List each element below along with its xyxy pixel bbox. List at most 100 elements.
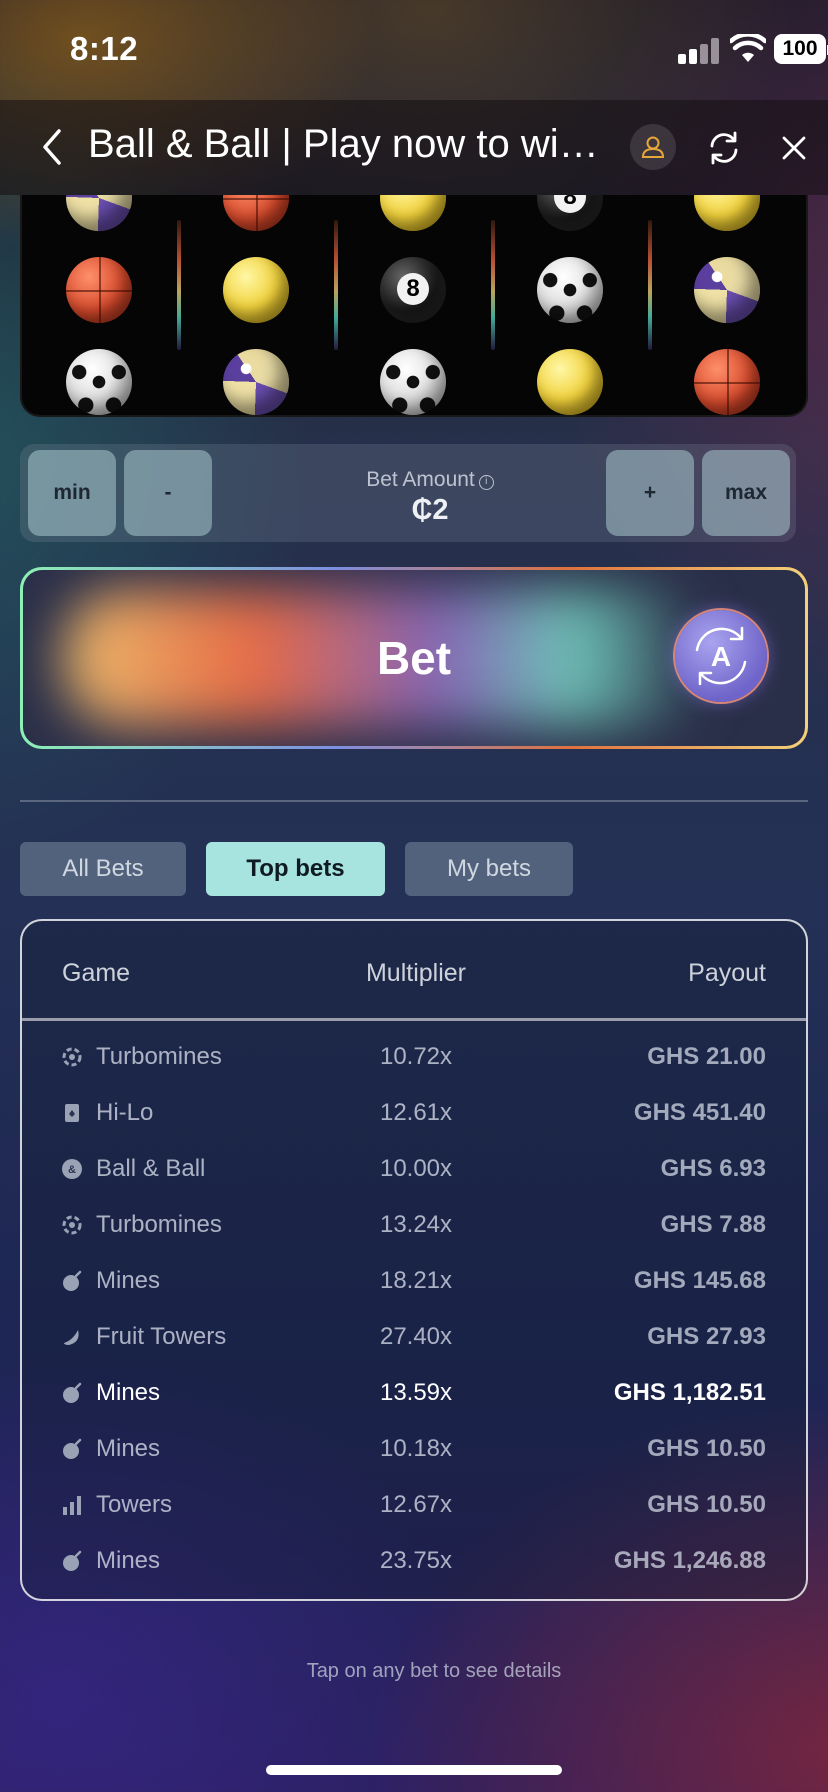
cell-game: Turbomines (96, 1211, 222, 1238)
cell-multiplier: 23.75x (379, 1547, 453, 1574)
table-row[interactable]: & Ball & Ball 10.00x GHS 6.93 (22, 1141, 806, 1197)
max-bet-button[interactable]: max (702, 450, 790, 536)
cell-game: Mines (96, 1267, 161, 1294)
eight-ball-number: 8 (554, 195, 586, 213)
cell-multiplier: 10.72x (379, 1043, 453, 1070)
table-row[interactable]: Mines 18.21x GHS 145.68 (22, 1253, 806, 1309)
nav-header: Ball & Ball | Play now to win... (0, 100, 828, 195)
cell-game: Towers (96, 1491, 173, 1518)
cell-payout: GHS 10.50 (647, 1491, 766, 1518)
mines-icon (60, 1437, 84, 1461)
cell-payout: GHS 451.40 (633, 1099, 766, 1126)
section-divider (20, 800, 808, 802)
turbomines-icon (60, 1045, 84, 1069)
column-header-game: Game (62, 959, 131, 987)
bet-button[interactable]: Bet A (20, 567, 808, 749)
ballandball-icon: & (60, 1157, 84, 1181)
tab-all-bets[interactable]: All Bets (20, 842, 186, 896)
cell-payout: GHS 6.93 (660, 1155, 766, 1182)
tennis-ball-icon (223, 257, 289, 323)
mines-icon (60, 1549, 84, 1573)
autoplay-button[interactable]: A (675, 610, 767, 702)
battery-icon: 100 (774, 34, 828, 64)
cell-payout: GHS 1,182.51 (613, 1379, 766, 1406)
status-time: 8:12 (70, 30, 139, 67)
table-header: Game Multiplier Payout (22, 921, 806, 1021)
table-row[interactable]: Mines 10.18x GHS 10.50 (22, 1421, 806, 1477)
back-button[interactable] (32, 124, 72, 170)
cell-payout: GHS 21.00 (647, 1043, 766, 1070)
user-icon (641, 136, 665, 158)
cell-multiplier: 12.61x (379, 1099, 453, 1126)
table-row[interactable]: Mines 23.75x GHS 1,246.88 (22, 1533, 806, 1589)
profile-button[interactable] (630, 124, 676, 170)
cell-multiplier: 10.18x (379, 1435, 453, 1462)
soccer-ball-icon (66, 349, 132, 415)
basket-ball-icon (694, 349, 760, 415)
cell-game: Turbomines (96, 1043, 222, 1070)
slot-grid: 88 (20, 195, 808, 417)
cell-multiplier: 27.40x (379, 1323, 453, 1350)
reel-divider (334, 220, 338, 350)
bet-amount-bar: min - Bet Amount i ₵2 + max (20, 444, 796, 542)
mines-icon (60, 1269, 84, 1293)
cell-game: Ball & Ball (96, 1155, 206, 1182)
table-row[interactable]: Fruit Towers 27.40x GHS 27.93 (22, 1309, 806, 1365)
refresh-icon (710, 131, 738, 165)
cell-game: Mines (96, 1547, 161, 1574)
eight-ball-icon: 8 (537, 195, 603, 231)
table-row[interactable]: Towers 12.67x GHS 10.50 (22, 1477, 806, 1533)
refresh-button[interactable] (700, 124, 748, 172)
tennis-ball-icon (380, 195, 446, 231)
cell-multiplier: 10.00x (379, 1155, 453, 1182)
soccer-ball-icon (380, 349, 446, 415)
table-row[interactable]: Turbomines 10.72x GHS 21.00 (22, 1029, 806, 1085)
cell-game: Mines (96, 1379, 161, 1406)
fruit-towers-icon (60, 1325, 84, 1349)
hilo-icon (60, 1101, 84, 1125)
home-indicator[interactable] (266, 1765, 562, 1775)
bet-button-inner: Bet A (23, 570, 805, 746)
reel-divider (491, 220, 495, 350)
chevron-left-icon (43, 129, 61, 165)
bet-amount-value[interactable]: ₵2 (350, 494, 510, 527)
cellular-signal-icon (678, 38, 722, 64)
min-bet-button[interactable]: min (28, 450, 116, 536)
table-row[interactable]: Mines 13.59x GHS 1,182.51 (22, 1365, 806, 1421)
autoplay-icon: A (695, 626, 747, 686)
cell-game: Mines (96, 1435, 161, 1462)
towers-icon (60, 1493, 84, 1517)
info-icon[interactable]: i (478, 475, 494, 490)
volley-ball-icon (694, 257, 760, 323)
cell-payout: GHS 1,246.88 (613, 1547, 766, 1574)
bet-amount-label: Bet Amount i (350, 468, 510, 492)
close-button[interactable] (772, 124, 816, 172)
volley-ball-icon (66, 195, 132, 231)
turbomines-icon (60, 1213, 84, 1237)
table-row[interactable]: Hi-Lo 12.61x GHS 451.40 (22, 1085, 806, 1141)
svg-text:&: & (68, 1164, 76, 1176)
bet-amount-label-text: Bet Amount (366, 468, 475, 491)
tab-my-bets[interactable]: My bets (405, 842, 573, 896)
footer-hint: Tap on any bet to see details (306, 1660, 562, 1682)
increase-bet-button[interactable]: + (606, 450, 694, 536)
tab-top-bets[interactable]: Top bets (206, 842, 385, 896)
basket-ball-icon (66, 257, 132, 323)
cell-payout: GHS 7.88 (660, 1211, 766, 1238)
tennis-ball-icon (694, 195, 760, 231)
volley-ball-icon (223, 349, 289, 415)
cell-payout: GHS 27.93 (647, 1323, 766, 1350)
decrease-bet-button[interactable]: - (124, 450, 212, 536)
cell-game: Fruit Towers (96, 1323, 227, 1350)
eight-ball-icon: 8 (380, 257, 446, 323)
reel-divider (648, 220, 652, 350)
bets-table: Game Multiplier Payout Turbomines 10.72x G… (20, 919, 808, 1601)
cell-payout: GHS 10.50 (647, 1435, 766, 1462)
table-row[interactable]: Turbomines 13.24x GHS 7.88 (22, 1197, 806, 1253)
cell-multiplier: 12.67x (379, 1491, 453, 1518)
mines-icon (60, 1381, 84, 1405)
wifi-icon (728, 32, 768, 64)
status-bar: 8:12 100 (0, 0, 828, 100)
basket-ball-icon (223, 195, 289, 231)
cell-multiplier: 13.24x (379, 1211, 453, 1238)
